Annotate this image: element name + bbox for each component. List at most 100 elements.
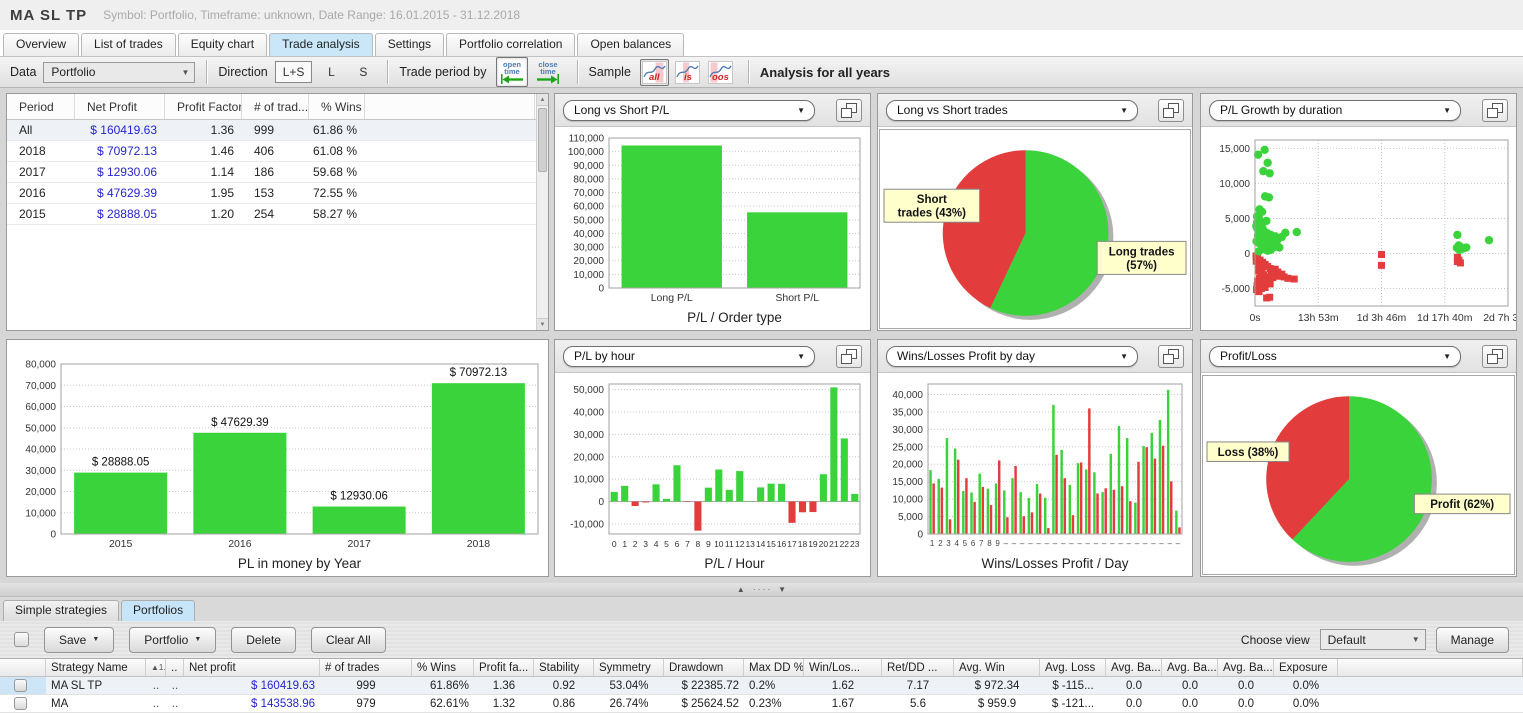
- tab-simple-strategies[interactable]: Simple strategies: [3, 600, 119, 621]
- sort-indicator[interactable]: ▲1..: [146, 659, 166, 676]
- open-time-icon[interactable]: open time: [496, 57, 528, 87]
- svg-text:8: 8: [987, 539, 992, 548]
- toolbar-separator: [748, 60, 749, 84]
- cell: 0.0: [1106, 680, 1162, 692]
- cell: 7.17: [882, 680, 954, 692]
- svg-text:15: 15: [766, 539, 776, 549]
- column-header[interactable]: [365, 94, 535, 119]
- save-button[interactable]: Save▼: [44, 627, 114, 653]
- chart-selector[interactable]: Profit/Loss▼: [1209, 346, 1461, 367]
- table-row[interactable]: 2015$ 28888.051.2025458.27 %: [7, 204, 536, 225]
- sample-is-icon[interactable]: is: [673, 59, 702, 86]
- column-header[interactable]: % Wins: [309, 94, 365, 119]
- direction-l[interactable]: L: [318, 61, 344, 83]
- vertical-scrollbar[interactable]: ▲ ▼: [536, 94, 548, 330]
- sample-all-icon[interactable]: all: [640, 59, 669, 86]
- select-all-checkbox[interactable]: [14, 632, 29, 647]
- copy-chart-icon[interactable]: [836, 345, 862, 368]
- svg-text:35,000: 35,000: [892, 407, 923, 418]
- column-header[interactable]: Avg. Loss: [1040, 659, 1106, 676]
- column-header[interactable]: Strategy Name: [46, 659, 146, 676]
- scrollbar-thumb[interactable]: [538, 108, 547, 172]
- scroll-up-icon[interactable]: ▲: [537, 94, 548, 106]
- data-select[interactable]: Portfolio▼: [43, 62, 195, 83]
- row-checkbox[interactable]: [14, 697, 27, 710]
- svg-text:50,000: 50,000: [25, 423, 56, 434]
- copy-chart-icon[interactable]: [1482, 99, 1508, 122]
- column-header[interactable]: Period: [7, 94, 75, 119]
- column-header[interactable]: # of trades: [320, 659, 412, 676]
- column-header[interactable]: Net Profit: [75, 94, 165, 119]
- column-header[interactable]: Win/Los...: [804, 659, 882, 676]
- scroll-down-icon[interactable]: ▼: [537, 318, 548, 330]
- cell: 0.0%: [1274, 680, 1338, 692]
- chevron-down-icon: ▼: [1120, 352, 1128, 361]
- tab-trade-analysis[interactable]: Trade analysis: [269, 33, 373, 56]
- collapse-down-icon[interactable]: ▼: [778, 583, 786, 597]
- column-header[interactable]: Drawdown: [664, 659, 744, 676]
- sample-oos-icon[interactable]: oos: [706, 59, 735, 86]
- column-header[interactable]: Avg. Ba...: [1106, 659, 1162, 676]
- chart-header: Profit/Loss▼: [1201, 340, 1516, 373]
- tab-equity-chart[interactable]: Equity chart: [178, 33, 267, 56]
- column-header[interactable]: Ret/DD ...: [882, 659, 954, 676]
- column-header[interactable]: # of trad...: [242, 94, 309, 119]
- svg-text:40,000: 40,000: [573, 229, 604, 240]
- portfolio-button[interactable]: Portfolio▼: [129, 627, 216, 653]
- table-row[interactable]: 2017$ 12930.061.1418659.68 %: [7, 162, 536, 183]
- tab-portfolio-correlation[interactable]: Portfolio correlation: [446, 33, 575, 56]
- view-select[interactable]: Default▼: [1320, 629, 1426, 650]
- column-header[interactable]: Avg. Win: [954, 659, 1040, 676]
- tab-overview[interactable]: Overview: [3, 33, 79, 56]
- chart-selector[interactable]: P/L Growth by duration▼: [1209, 100, 1461, 121]
- tab-open-balances[interactable]: Open balances: [577, 33, 684, 56]
- svg-text:–: –: [1028, 539, 1033, 548]
- table-row[interactable]: MA....$ 143538.9697962.61%1.320.8626.74%…: [0, 695, 1523, 713]
- column-header[interactable]: Profit fa...: [474, 659, 534, 676]
- copy-chart-icon[interactable]: [1158, 99, 1184, 122]
- column-header[interactable]: % Wins: [412, 659, 474, 676]
- svg-text:10,000: 10,000: [25, 508, 56, 519]
- table-row[interactable]: 2016$ 47629.391.9515372.55 %: [7, 183, 536, 204]
- cell[interactable]: $ 160419.63: [184, 680, 320, 692]
- copy-chart-icon[interactable]: [1482, 345, 1508, 368]
- svg-text:16: 16: [777, 539, 787, 549]
- column-header[interactable]: Net profit: [184, 659, 320, 676]
- direction-s[interactable]: S: [350, 61, 376, 83]
- row-checkbox[interactable]: [14, 679, 27, 692]
- svg-text:2017: 2017: [347, 538, 371, 550]
- chart-header: P/L Growth by duration▼: [1201, 94, 1516, 127]
- collapse-up-icon[interactable]: ▲: [737, 583, 745, 597]
- panel-splitter[interactable]: ▲ · · · · ▼: [0, 583, 1523, 597]
- chevron-down-icon: ▼: [92, 636, 99, 643]
- tab-portfolios[interactable]: Portfolios: [121, 600, 195, 621]
- column-header[interactable]: Exposure: [1274, 659, 1338, 676]
- copy-chart-icon[interactable]: [836, 99, 862, 122]
- svg-text:1: 1: [930, 539, 935, 548]
- chart-selector[interactable]: Long vs Short P/L▼: [563, 100, 815, 121]
- column-header[interactable]: Max DD %: [744, 659, 804, 676]
- column-header[interactable]: ..: [166, 659, 184, 676]
- chart-selector[interactable]: P/L by hour▼: [563, 346, 815, 367]
- delete-button[interactable]: Delete: [231, 627, 296, 653]
- column-header[interactable]: Avg. Ba...: [1218, 659, 1274, 676]
- column-header[interactable]: [0, 659, 46, 676]
- column-header[interactable]: Symmetry: [594, 659, 664, 676]
- direction-l-s[interactable]: L+S: [275, 61, 313, 83]
- clear-all-button[interactable]: Clear All: [311, 627, 386, 653]
- tab-settings[interactable]: Settings: [375, 33, 444, 56]
- close-time-icon[interactable]: close time: [532, 57, 564, 87]
- tab-list-of-trades[interactable]: List of trades: [81, 33, 176, 56]
- column-header[interactable]: Avg. Ba...: [1162, 659, 1218, 676]
- table-row[interactable]: 2018$ 70972.131.4640661.08 %: [7, 141, 536, 162]
- column-header[interactable]: Profit Factor: [165, 94, 242, 119]
- table-row[interactable]: MA SL TP....$ 160419.6399961.86%1.360.92…: [0, 677, 1523, 695]
- copy-chart-icon[interactable]: [1158, 345, 1184, 368]
- column-header[interactable]: Stability: [534, 659, 594, 676]
- table-row[interactable]: All$ 160419.631.3699961.86 %: [7, 120, 536, 141]
- chart-selector[interactable]: Wins/Losses Profit by day▼: [886, 346, 1138, 367]
- cell: $ 70972.13: [75, 144, 165, 158]
- manage-button[interactable]: Manage: [1436, 627, 1509, 653]
- cell[interactable]: $ 143538.96: [184, 698, 320, 710]
- chart-selector[interactable]: Long vs Short trades▼: [886, 100, 1138, 121]
